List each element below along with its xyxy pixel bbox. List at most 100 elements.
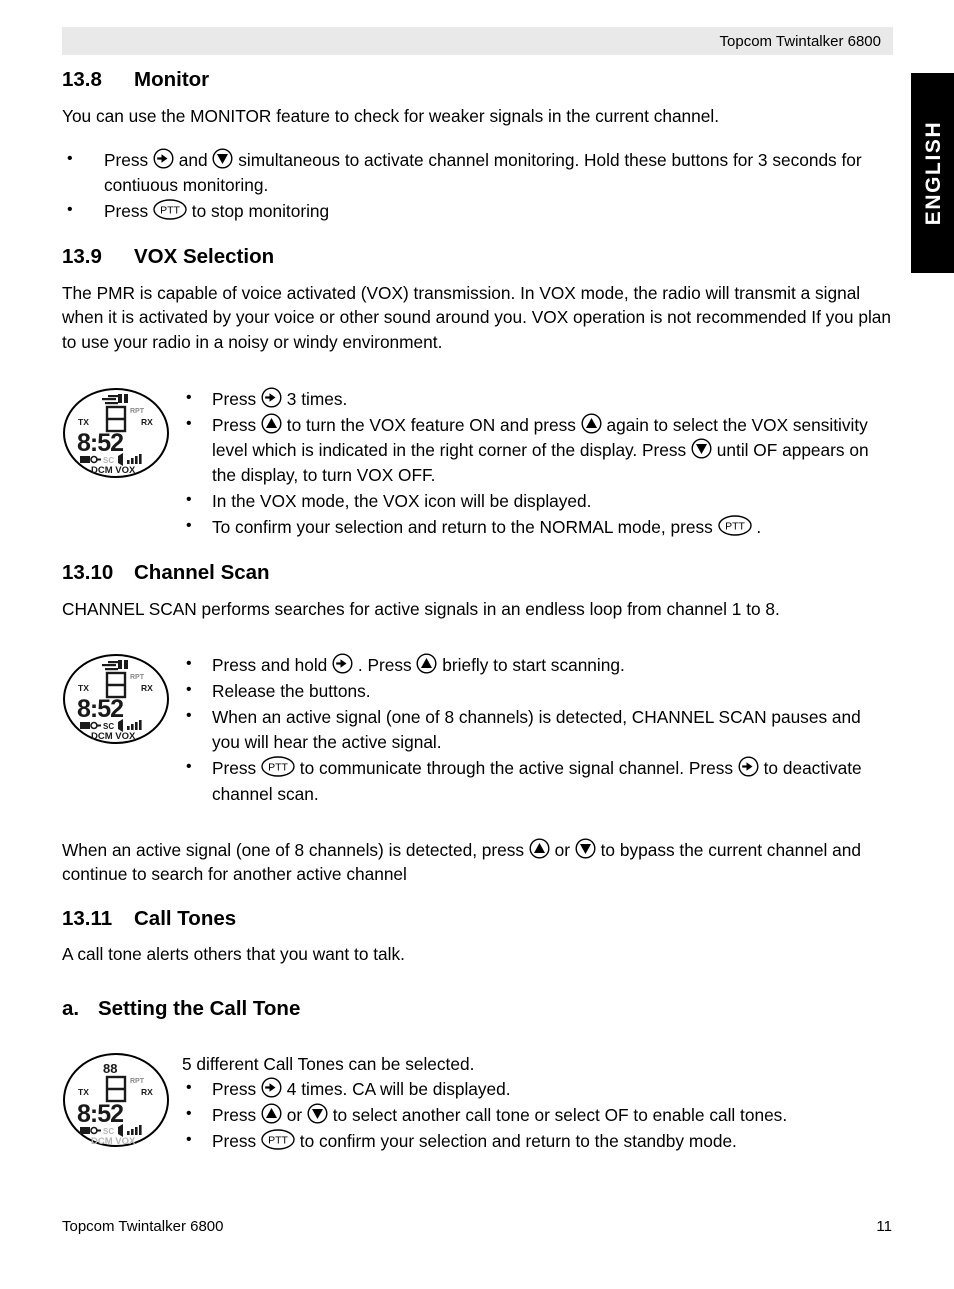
svg-text:8:52: 8:52	[77, 429, 123, 457]
paragraph-monitor-intro: You can use the MONITOR feature to check…	[62, 105, 720, 126]
list-item: Press 4 times. CA will be displayed.	[182, 1076, 892, 1102]
figure-text-calltone: 5 different Call Tones can be selected. …	[182, 1050, 892, 1155]
svg-text:RX: RX	[141, 417, 153, 427]
svg-text:TX: TX	[78, 417, 89, 427]
list-item: Press and hold . Press briefly to start …	[182, 652, 892, 678]
figure-row-vox: TX RX RPT 8:52 SC DCM VOX • Press 3 time…	[62, 385, 892, 541]
ptt-button-icon: PTT	[261, 1129, 295, 1150]
svg-text:SC: SC	[103, 722, 114, 731]
page-content: 13.8 Monitor You can use the MONITOR fea…	[62, 68, 892, 1155]
bullet-list-call-tones: Press 4 times. CA will be displayed.Pres…	[182, 1076, 892, 1154]
svg-text:RPT: RPT	[130, 1078, 145, 1085]
up-button-icon	[529, 838, 550, 859]
svg-text:DCM VOX: DCM VOX	[91, 1136, 136, 1147]
subsection-title: Setting the Call Tone	[98, 996, 301, 1020]
section-title-channel-scan: Channel Scan	[134, 561, 270, 585]
section-title-vox: VOX Selection	[134, 245, 275, 269]
list-item: Release the buttons.	[182, 678, 892, 704]
svg-text:RX: RX	[141, 1087, 153, 1097]
svg-text:TX: TX	[78, 683, 89, 693]
svg-text:PTT: PTT	[160, 205, 180, 217]
subsection-letter: a.	[62, 996, 80, 1020]
down-button-icon	[691, 438, 712, 459]
figure-text-vox: Press 3 times.Press to turn the VOX feat…	[182, 385, 892, 541]
menu-button-icon	[261, 387, 282, 408]
menu-button-icon	[738, 756, 759, 777]
lcd-cell-scan: TX RX RPT 8:52 SC DCM VOX	[62, 651, 182, 745]
lcd-display-scan: TX RX RPT 8:52 SC DCM VOX	[63, 654, 169, 745]
lcd-cell-vox: TX RX RPT 8:52 SC DCM VOX	[62, 385, 182, 479]
section-title-call-tones: Call Tones	[134, 906, 237, 930]
up-button-icon	[261, 413, 282, 434]
header-title: Topcom Twintalker 6800	[719, 32, 881, 50]
section-number-call-tones: 13.11	[62, 906, 113, 930]
list-item: Press to turn the VOX feature ON and pre…	[182, 412, 892, 488]
heading-call-tones: 13.11 Call Tones	[62, 907, 892, 931]
page-header-band: Topcom Twintalker 6800	[62, 27, 893, 55]
paragraph-channel-scan-intro: CHANNEL SCAN performs searches for activ…	[62, 598, 780, 619]
up-button-icon	[261, 1103, 282, 1124]
list-item: Press PTT to stop monitoring	[62, 198, 892, 224]
list-item: When an active signal (one of 8 channels…	[182, 704, 892, 755]
list-item: Press PTT to communicate through the act…	[182, 755, 892, 806]
svg-text:RX: RX	[141, 683, 153, 693]
bullet-list-monitor: Press and simultaneous to activate chann…	[62, 147, 892, 224]
list-item: In the VOX mode, the VOX icon will be di…	[182, 488, 892, 514]
down-button-icon	[575, 838, 596, 859]
svg-text:8:52: 8:52	[77, 695, 123, 723]
figure-text-scan: Press and hold . Press briefly to start …	[182, 651, 892, 807]
list-item: Press and simultaneous to activate chann…	[62, 147, 892, 198]
down-button-icon	[307, 1103, 328, 1124]
section-title-monitor: Monitor	[134, 68, 210, 91]
figure-row-calltone: 88 TX RX RPT 8:52 SC DCM VOX 5 different…	[62, 1050, 892, 1155]
list-item: Press PTT to confirm your selection and …	[182, 1128, 892, 1154]
paragraph-vox-intro: The PMR is capable of voice activated (V…	[62, 282, 892, 352]
lcd-cell-calltone: 88 TX RX RPT 8:52 SC DCM VOX	[62, 1050, 182, 1148]
paragraph-call-tones-intro: A call tone alerts others that you want …	[62, 944, 405, 965]
lcd-display-vox: TX RX RPT 8:52 SC DCM VOX	[63, 387, 169, 478]
heading-vox: 13.9 VOX Selection	[62, 245, 892, 269]
svg-text:SC: SC	[103, 456, 114, 465]
bullet-list-channel-scan: Press and hold . Press briefly to start …	[182, 652, 892, 806]
list-item: To confirm your selection and return to …	[182, 514, 892, 540]
menu-button-icon	[332, 653, 353, 674]
up-button-icon	[581, 413, 602, 434]
ptt-button-icon: PTT	[153, 199, 187, 220]
svg-text:8:52: 8:52	[77, 1100, 123, 1128]
section-number-vox: 13.9	[62, 245, 102, 269]
svg-text:RPT: RPT	[130, 674, 145, 681]
footer-page-number: 11	[876, 1218, 892, 1235]
manual-page: Topcom Twintalker 6800 ENGLISH 13.8 Moni…	[0, 0, 954, 1289]
ptt-button-icon: PTT	[717, 515, 752, 536]
list-item: Press or to select another call tone or …	[182, 1102, 892, 1128]
svg-text:PTT: PTT	[268, 762, 288, 774]
svg-text:SC: SC	[103, 1127, 114, 1136]
list-item: Press 3 times.	[182, 386, 892, 412]
svg-text:DCM VOX: DCM VOX	[91, 731, 136, 742]
figure-row-scan: TX RX RPT 8:52 SC DCM VOX • Press and ho…	[62, 651, 892, 807]
svg-text:DCM VOX: DCM VOX	[91, 465, 136, 476]
heading-channel-scan: 13.10 Channel Scan	[62, 561, 892, 585]
up-button-icon	[416, 653, 437, 674]
svg-text:PTT: PTT	[725, 520, 745, 532]
lcd-display-calltone: 88 TX RX RPT 8:52 SC DCM VOX	[63, 1053, 169, 1148]
paragraph-calltone-lead: 5 different Call Tones can be selected.	[182, 1054, 475, 1075]
language-tab-label: ENGLISH	[922, 120, 945, 226]
svg-text:PTT: PTT	[268, 1135, 288, 1147]
section-number-monitor: 13.8	[62, 68, 102, 91]
paragraph-channel-scan-closing: When an active signal (one of 8 channels…	[62, 838, 861, 885]
svg-text:RPT: RPT	[130, 408, 145, 415]
footer-left-text: Topcom Twintalker 6800	[62, 1218, 224, 1235]
section-number-channel-scan: 13.10	[62, 561, 114, 585]
menu-button-icon	[261, 1077, 282, 1098]
svg-text:88: 88	[103, 1061, 117, 1076]
menu-button-icon	[153, 148, 174, 169]
bullet-list-vox: Press 3 times.Press to turn the VOX feat…	[182, 386, 892, 540]
heading-monitor: 13.8 Monitor	[62, 68, 892, 92]
heading-setting-call-tone: a. Setting the Call Tone	[62, 997, 892, 1021]
down-button-icon	[212, 148, 233, 169]
page-footer: Topcom Twintalker 6800 11	[62, 1218, 892, 1235]
language-tab-english: ENGLISH	[911, 73, 954, 273]
svg-text:TX: TX	[78, 1087, 89, 1097]
ptt-button-icon: PTT	[261, 756, 295, 778]
